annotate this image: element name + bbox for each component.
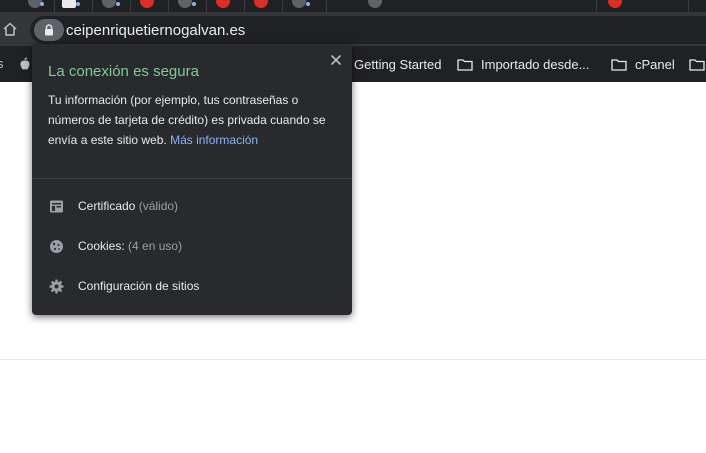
tab-favicon[interactable] [608, 0, 622, 8]
tab-activity-dot [76, 2, 80, 6]
page-divider [0, 359, 706, 360]
tab-favicon[interactable] [254, 0, 268, 8]
tab-favicon[interactable] [140, 0, 154, 8]
cookies-status: (4 en uso) [128, 239, 183, 253]
close-icon[interactable] [328, 52, 344, 68]
tab-separator [206, 0, 207, 12]
tab-activity-dot [306, 2, 310, 6]
tab-separator [92, 0, 93, 12]
more-info-link[interactable]: Más información [170, 133, 258, 147]
tab-favicon[interactable] [368, 0, 382, 8]
site-info-button[interactable] [34, 19, 64, 41]
bookmark-folder-cpanel[interactable]: cPanel [611, 46, 675, 82]
site-settings-row[interactable]: Configuración de sitios [32, 267, 352, 307]
tab-separator [326, 0, 327, 12]
folder-icon [611, 58, 627, 71]
connection-description: Tu información (por ejemplo, tus contras… [48, 90, 340, 150]
home-icon[interactable] [2, 21, 18, 37]
bookmark-overflow-edge: s [0, 56, 4, 71]
tab-favicon[interactable] [62, 0, 76, 8]
lock-icon [45, 24, 53, 36]
certificate-text: Certificado [78, 199, 136, 213]
tab-strip [0, 0, 706, 12]
cookies-label: Cookies: (4 en uso) [78, 239, 182, 253]
tab-separator [54, 0, 55, 12]
cookie-icon [50, 240, 63, 253]
tab-separator [596, 0, 597, 12]
cookies-text: Cookies: [78, 239, 125, 253]
certificate-icon [50, 200, 63, 213]
tab-separator [282, 0, 283, 12]
site-info-popup: La conexión es segura Tu información (po… [32, 44, 352, 315]
tab-separator [244, 0, 245, 12]
tab-separator [130, 0, 131, 12]
tab-activity-dot [40, 2, 44, 6]
bookmark-label: Getting Started [354, 56, 442, 72]
certificate-row[interactable]: Certificado (válido) [32, 187, 352, 227]
connection-status-title: La conexión es segura [48, 63, 199, 80]
address-bar[interactable]: ceipenriquetiernogalvan.es [30, 16, 706, 44]
tab-separator [168, 0, 169, 12]
bookmark-getting-started[interactable]: Getting Started [354, 46, 441, 82]
certificate-status: (válido) [138, 199, 179, 213]
bookmark-label: Importado desde... [481, 56, 590, 72]
bookmark-folder-importado[interactable]: Importado desde... [457, 46, 589, 82]
site-settings-label: Configuración de sitios [78, 279, 200, 293]
tab-activity-dot [192, 2, 196, 6]
certificate-label: Certificado (válido) [78, 199, 178, 213]
gear-icon [49, 279, 64, 294]
folder-icon [457, 58, 473, 71]
tab-favicon[interactable] [178, 0, 192, 8]
tab-favicon[interactable] [216, 0, 230, 8]
tab-favicon[interactable] [102, 0, 116, 8]
popup-divider [32, 178, 352, 179]
url-text[interactable]: ceipenriquetiernogalvan.es [66, 22, 245, 39]
tab-separator [688, 0, 689, 12]
bookmark-label: cPanel [635, 56, 675, 72]
cookies-row[interactable]: Cookies: (4 en uso) [32, 227, 352, 267]
apple-icon[interactable] [18, 57, 32, 71]
tab-favicon[interactable] [292, 0, 306, 8]
browser-toolbar: ceipenriquetiernogalvan.es [0, 12, 706, 46]
folder-icon[interactable] [689, 58, 705, 71]
tab-activity-dot [116, 2, 120, 6]
